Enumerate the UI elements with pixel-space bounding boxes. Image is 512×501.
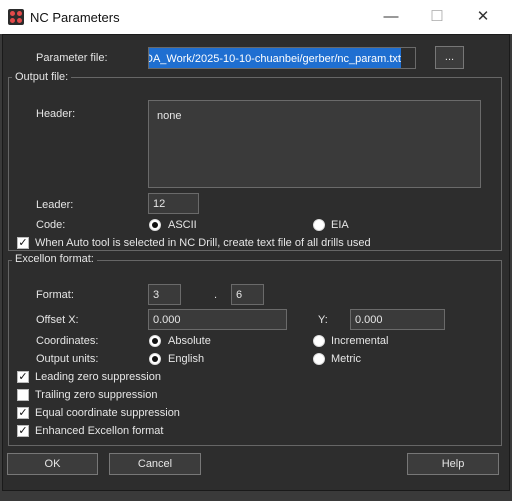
offset-x-field[interactable]: 0.000 — [148, 309, 287, 330]
output-units-label: Output units: — [36, 353, 99, 365]
parameter-file-label: Parameter file: — [36, 52, 108, 64]
format-label: Format: — [36, 289, 74, 301]
code-ascii-label: ASCII — [168, 219, 197, 231]
units-metric-label: Metric — [331, 353, 361, 365]
ok-button[interactable]: OK — [7, 453, 98, 475]
app-icon — [8, 9, 24, 25]
units-metric-radio[interactable] — [313, 353, 325, 365]
parameter-file-value: DA_Work/2025-10-10-chuanbei/gerber/nc_pa… — [149, 48, 401, 68]
output-file-group-title: Output file: — [12, 71, 72, 83]
code-label: Code: — [36, 219, 66, 231]
minimize-button[interactable]: — — [368, 0, 414, 34]
units-english-label: English — [168, 353, 205, 365]
format-dec-field[interactable]: 6 — [231, 284, 264, 305]
code-eia-radio[interactable] — [313, 219, 325, 231]
offset-x-label: Offset X: — [36, 314, 79, 326]
code-eia-label: EIA — [331, 219, 349, 231]
excellon-format-group-title: Excellon format: — [12, 253, 97, 265]
trailing-zero-checkbox[interactable] — [17, 389, 29, 401]
auto-tool-checkbox[interactable]: ✓ — [17, 237, 29, 249]
leader-label: Leader: — [36, 199, 74, 211]
header-textarea[interactable]: none — [148, 100, 481, 188]
offset-y-field[interactable]: 0.000 — [350, 309, 445, 330]
leading-zero-checkbox[interactable]: ✓ — [17, 371, 29, 383]
maximize-button[interactable]: ☐ — [414, 0, 460, 34]
coordinates-absolute-label: Absolute — [168, 335, 211, 347]
enhanced-excellon-checkbox[interactable]: ✓ — [17, 425, 29, 437]
coordinates-label: Coordinates: — [36, 335, 99, 347]
browse-button[interactable]: ... — [435, 46, 464, 69]
title-bar: NC Parameters — ☐ ✕ — [0, 0, 512, 34]
coordinates-absolute-radio[interactable] — [149, 335, 161, 347]
code-ascii-radio[interactable] — [149, 219, 161, 231]
cancel-button[interactable]: Cancel — [109, 453, 201, 475]
close-button[interactable]: ✕ — [460, 0, 506, 34]
coordinates-incremental-label: Incremental — [331, 335, 389, 347]
header-value: none — [157, 110, 182, 122]
coordinates-incremental-radio[interactable] — [313, 335, 325, 347]
leader-field[interactable]: 12 — [148, 193, 199, 214]
header-label: Header: — [36, 108, 76, 120]
format-separator: . — [214, 289, 218, 301]
equal-coordinate-label: Equal coordinate suppression — [35, 407, 180, 419]
format-int-field[interactable]: 3 — [148, 284, 181, 305]
equal-coordinate-checkbox[interactable]: ✓ — [17, 407, 29, 419]
auto-tool-label: When Auto tool is selected in NC Drill, … — [35, 237, 371, 249]
parameter-file-field[interactable]: DA_Work/2025-10-10-chuanbei/gerber/nc_pa… — [148, 47, 416, 69]
units-english-radio[interactable] — [149, 353, 161, 365]
enhanced-excellon-label: Enhanced Excellon format — [35, 425, 164, 437]
offset-y-label: Y: — [318, 314, 328, 326]
trailing-zero-label: Trailing zero suppression — [35, 389, 158, 401]
window-title: NC Parameters — [30, 10, 120, 25]
leading-zero-label: Leading zero suppression — [35, 371, 161, 383]
help-button[interactable]: Help — [407, 453, 499, 475]
